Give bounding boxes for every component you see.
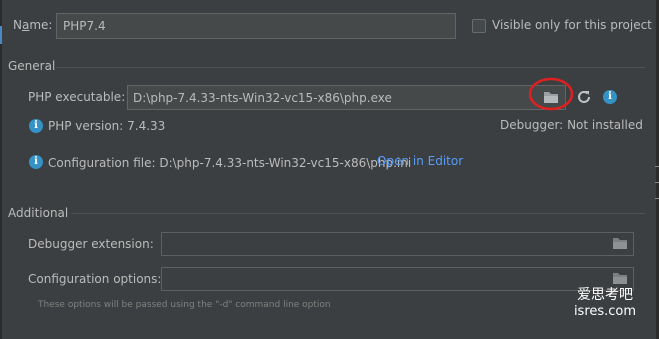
left-panel-selection-marker bbox=[0, 26, 2, 44]
debugger-extension-input[interactable] bbox=[161, 232, 634, 256]
visible-only-checkbox[interactable] bbox=[472, 19, 486, 33]
right-edge-tick bbox=[655, 182, 659, 183]
debugger-label: Debugger: bbox=[500, 118, 564, 132]
name-mnemonic: a bbox=[21, 18, 30, 32]
expand-icon[interactable] bbox=[612, 271, 628, 286]
configuration-options-label: Configuration options: bbox=[28, 272, 162, 286]
php-executable-value: D:\php-7.4.33-nts-Win32-vc15-x86\php.exe bbox=[133, 91, 392, 105]
visible-only-label[interactable]: Visible only for this project bbox=[492, 18, 652, 32]
left-panel-edge bbox=[0, 0, 2, 339]
refresh-icon[interactable] bbox=[576, 89, 592, 105]
site-watermark: 爱思考吧 isres.com bbox=[570, 287, 640, 319]
name-input-value: PHP7.4 bbox=[63, 19, 106, 33]
watermark-line-2: isres.com bbox=[573, 304, 637, 319]
config-file-label: Configuration file: D:\php-7.4.33-nts-Wi… bbox=[48, 156, 412, 170]
name-label: Name: bbox=[13, 18, 52, 32]
info-icon: i bbox=[29, 155, 43, 169]
general-section-title: General bbox=[8, 59, 56, 73]
general-separator bbox=[56, 67, 645, 68]
open-in-editor-link[interactable]: Open in Editor bbox=[377, 154, 463, 168]
debugger-value: Not installed bbox=[567, 118, 643, 132]
php-info-icon[interactable]: i bbox=[603, 90, 617, 104]
watermark-line-1: 爱思考吧 bbox=[577, 287, 633, 303]
options-hint: These options will be passed using the "… bbox=[38, 300, 331, 310]
additional-separator bbox=[71, 213, 645, 214]
php-executable-label: PHP executable: bbox=[28, 90, 126, 104]
additional-section-title: Additional bbox=[8, 206, 69, 220]
configuration-options-input[interactable] bbox=[161, 267, 634, 291]
debugger-extension-label: Debugger extension: bbox=[28, 237, 154, 251]
name-label-text: Name: bbox=[13, 18, 53, 32]
folder-icon[interactable] bbox=[612, 236, 628, 251]
right-edge-tick bbox=[655, 166, 659, 167]
php-version-label: PHP version: 7.4.33 bbox=[48, 119, 166, 133]
info-icon: i bbox=[29, 119, 43, 133]
right-edge-tick bbox=[655, 198, 659, 199]
php-executable-input[interactable]: D:\php-7.4.33-nts-Win32-vc15-x86\php.exe bbox=[127, 85, 566, 110]
highlight-circle bbox=[528, 76, 574, 112]
debugger-status: Debugger: Not installed bbox=[500, 118, 643, 132]
name-input[interactable]: PHP7.4 bbox=[56, 13, 456, 39]
